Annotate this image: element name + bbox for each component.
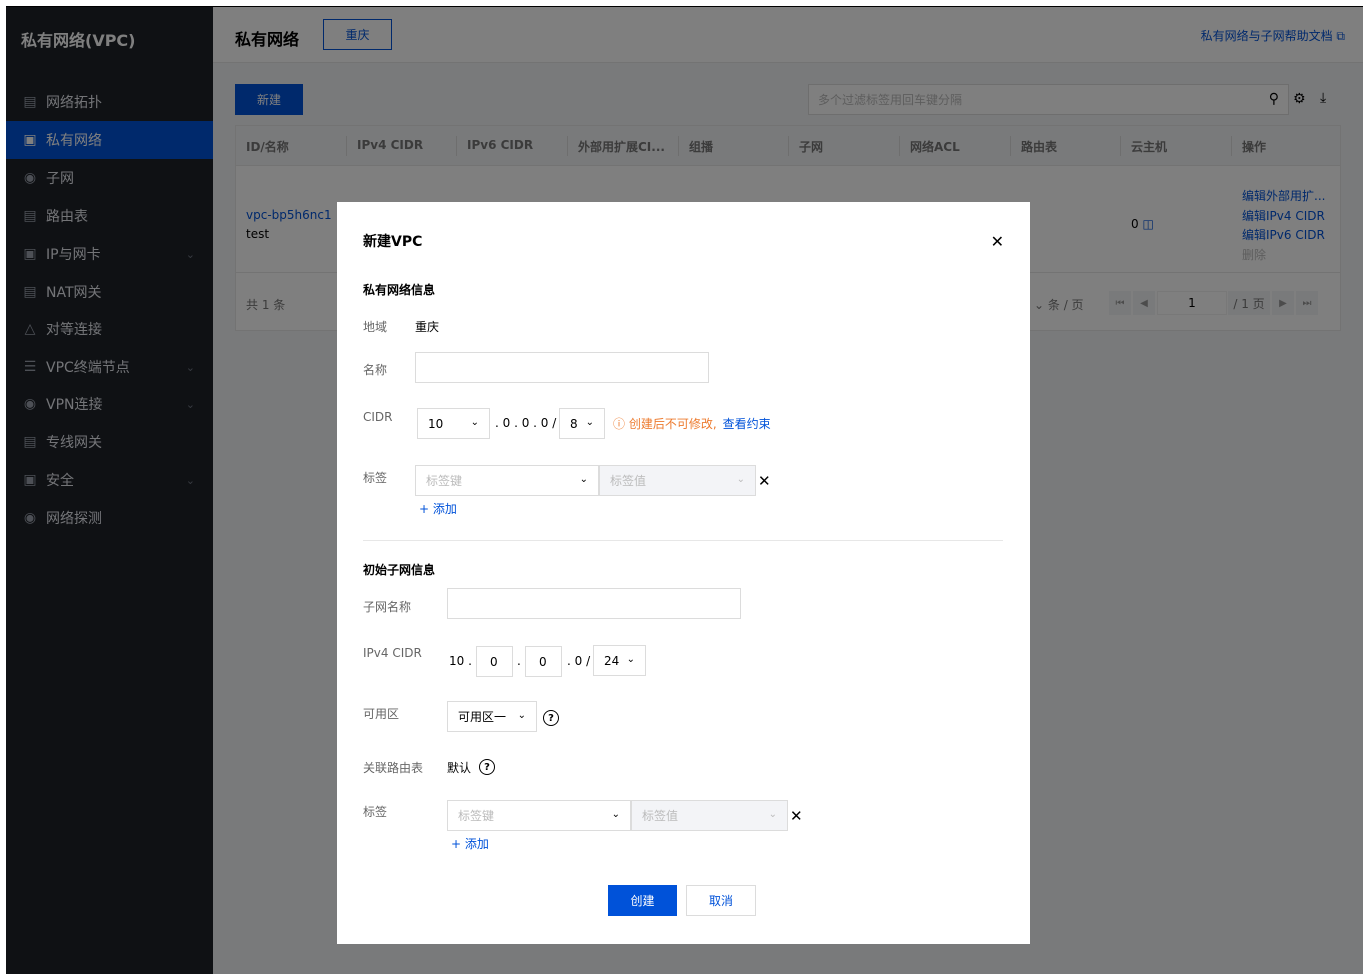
region-label: 地域 [363,320,388,334]
cidr-warning: ⓘ 创建后不可修改, 查看约束 [613,415,771,432]
ipv4-fourth-octet: . 0 / [567,654,591,668]
help-icon[interactable]: ? [543,710,559,726]
chevron-down-icon: ⌄ [585,417,594,428]
chevron-down-icon: ⌄ [579,474,588,485]
tag-value-placeholder: 标签值 [642,809,679,823]
tag-value-placeholder: 标签值 [610,474,647,488]
vpc-info-section: 私有网络信息 [363,283,436,297]
chevron-down-icon: ⌄ [470,417,479,428]
ipv4-mask-select[interactable]: 24 ⌄ [593,645,646,676]
divider [363,540,1003,541]
chevron-down-icon: ⌄ [736,474,745,485]
chevron-down-icon: ⌄ [768,809,777,820]
name-label: 名称 [363,363,388,377]
cidr-mask-select[interactable]: 8 ⌄ [559,408,605,439]
chevron-down-icon: ⌄ [626,654,635,665]
route-table-value: 默认 [447,761,472,775]
ipv4-mask-value: 24 [604,653,620,668]
zone-label: 可用区 [363,707,400,721]
route-table-label: 关联路由表 [363,761,424,775]
add-subnet-tag-button[interactable]: + 添加 [451,835,489,852]
close-icon[interactable]: ✕ [991,232,1004,251]
info-icon: ⓘ [613,417,626,431]
subnet-tag-label: 标签 [363,805,388,819]
subnet-name-label: 子网名称 [363,600,412,614]
ipv4-second-octet-input[interactable]: 0 [476,646,513,677]
chevron-down-icon: ⌄ [611,809,620,820]
ipv4-first-octet: 10 . [449,654,472,668]
ipv4-dot: . [517,654,521,668]
new-vpc-dialog: 新建VPC ✕ 私有网络信息 地域 重庆 名称 CIDR 10 ⌄ . 0 . … [337,202,1030,944]
create-button[interactable]: 创建 [608,885,677,916]
cidr-label: CIDR [363,410,393,424]
cidr-warning-text: 创建后不可修改, [628,417,717,431]
remove-tag-icon[interactable]: ✕ [758,472,771,490]
region-value: 重庆 [415,320,440,334]
tag-label: 标签 [363,471,388,485]
zone-value: 可用区一 [458,710,507,724]
subnet-tag-value-select[interactable]: 标签值 ⌄ [631,800,788,831]
cidr-first-value: 10 [428,416,444,431]
chevron-down-icon: ⌄ [517,710,526,721]
cidr-mask-value: 8 [570,416,578,431]
cidr-middle: . 0 . 0 . 0 / [495,416,557,430]
tag-key-placeholder: 标签键 [426,474,463,488]
subnet-info-section: 初始子网信息 [363,563,436,577]
remove-tag-icon[interactable]: ✕ [790,807,803,825]
cancel-button[interactable]: 取消 [686,885,756,916]
tag-key-placeholder: 标签键 [458,809,495,823]
tag-value-select[interactable]: 标签值 ⌄ [599,465,756,496]
subnet-tag-key-select[interactable]: 标签键 ⌄ [447,800,631,831]
add-tag-button[interactable]: + 添加 [419,500,457,517]
ipv4-third-octet-input[interactable]: 0 [525,646,562,677]
zone-select[interactable]: 可用区一 ⌄ [447,701,537,732]
vpc-name-input[interactable] [415,352,709,383]
app-window: 私有网络(VPC) ▤网络拓扑▣私有网络◉子网▤路由表▣IP与网卡⌄▤NAT网关… [6,6,1363,974]
ipv4-cidr-label: IPv4 CIDR [363,646,422,660]
help-icon[interactable]: ? [479,759,495,775]
dialog-title: 新建VPC [363,234,423,250]
view-constraints-link[interactable]: 查看约束 [723,417,771,431]
subnet-name-input[interactable] [447,588,741,619]
cidr-first-octet-select[interactable]: 10 ⌄ [417,408,490,439]
tag-key-select[interactable]: 标签键 ⌄ [415,465,599,496]
